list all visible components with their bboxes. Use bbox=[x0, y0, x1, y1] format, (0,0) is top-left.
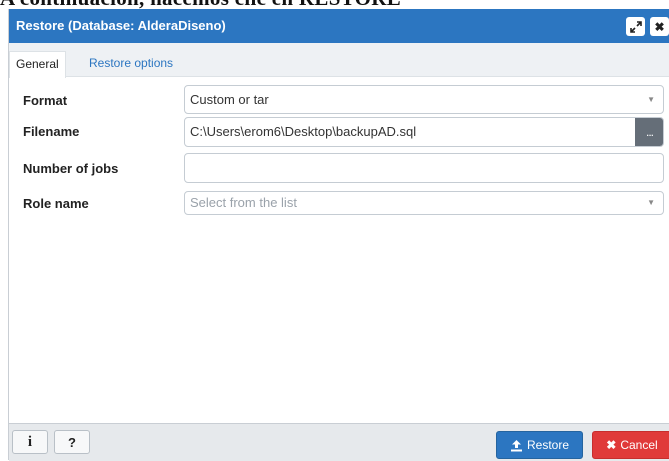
role-label: Role name bbox=[23, 196, 89, 211]
dialog-titlebar[interactable]: Restore (Database: AlderaDiseno) ✖ bbox=[9, 9, 669, 43]
info-button[interactable]: i bbox=[12, 430, 48, 454]
info-icon: i bbox=[27, 433, 33, 450]
dialog-footer: i ? Restore ✖ Cancel bbox=[9, 423, 669, 461]
question-icon: ? bbox=[68, 434, 76, 450]
ellipsis-icon: ... bbox=[645, 124, 654, 139]
jobs-input[interactable] bbox=[184, 153, 664, 183]
filename-input[interactable]: C:\Users\erom6\Desktop\backupAD.sql ... bbox=[184, 117, 664, 147]
format-label: Format bbox=[23, 93, 68, 108]
cancel-button-label: Cancel bbox=[620, 438, 658, 452]
restore-button-label: Restore bbox=[526, 438, 570, 452]
chevron-down-icon: ▼ bbox=[647, 198, 655, 207]
jobs-label: Number of jobs bbox=[23, 161, 119, 176]
upload-icon bbox=[510, 439, 522, 451]
cancel-button[interactable]: ✖ Cancel bbox=[592, 431, 669, 459]
expand-arrows-icon bbox=[629, 20, 642, 33]
role-select[interactable]: Select from the list ▼ bbox=[184, 191, 664, 215]
close-x-icon: ✖ bbox=[654, 19, 665, 34]
restore-button[interactable]: Restore bbox=[496, 431, 583, 459]
close-x-icon: ✖ bbox=[606, 438, 617, 452]
browse-file-button[interactable]: ... bbox=[635, 118, 663, 146]
help-button[interactable]: ? bbox=[54, 430, 90, 454]
tab-general[interactable]: General bbox=[9, 51, 66, 78]
close-button[interactable]: ✖ bbox=[650, 17, 669, 36]
chevron-down-icon: ▼ bbox=[647, 95, 655, 104]
role-select-placeholder: Select from the list bbox=[190, 195, 297, 210]
tab-restore-options[interactable]: Restore options bbox=[83, 51, 179, 76]
filename-value: C:\Users\erom6\Desktop\backupAD.sql bbox=[190, 124, 417, 139]
restore-dialog: Restore (Database: AlderaDiseno) ✖ Gener… bbox=[8, 9, 669, 461]
tab-strip: General Restore options bbox=[9, 43, 669, 78]
dialog-title: Restore (Database: AlderaDiseno) bbox=[16, 18, 226, 33]
format-select-value: Custom or tar bbox=[190, 92, 269, 107]
maximize-button[interactable] bbox=[626, 17, 645, 36]
format-select[interactable]: Custom or tar ▼ bbox=[184, 85, 664, 114]
filename-label: Filename bbox=[23, 124, 80, 139]
